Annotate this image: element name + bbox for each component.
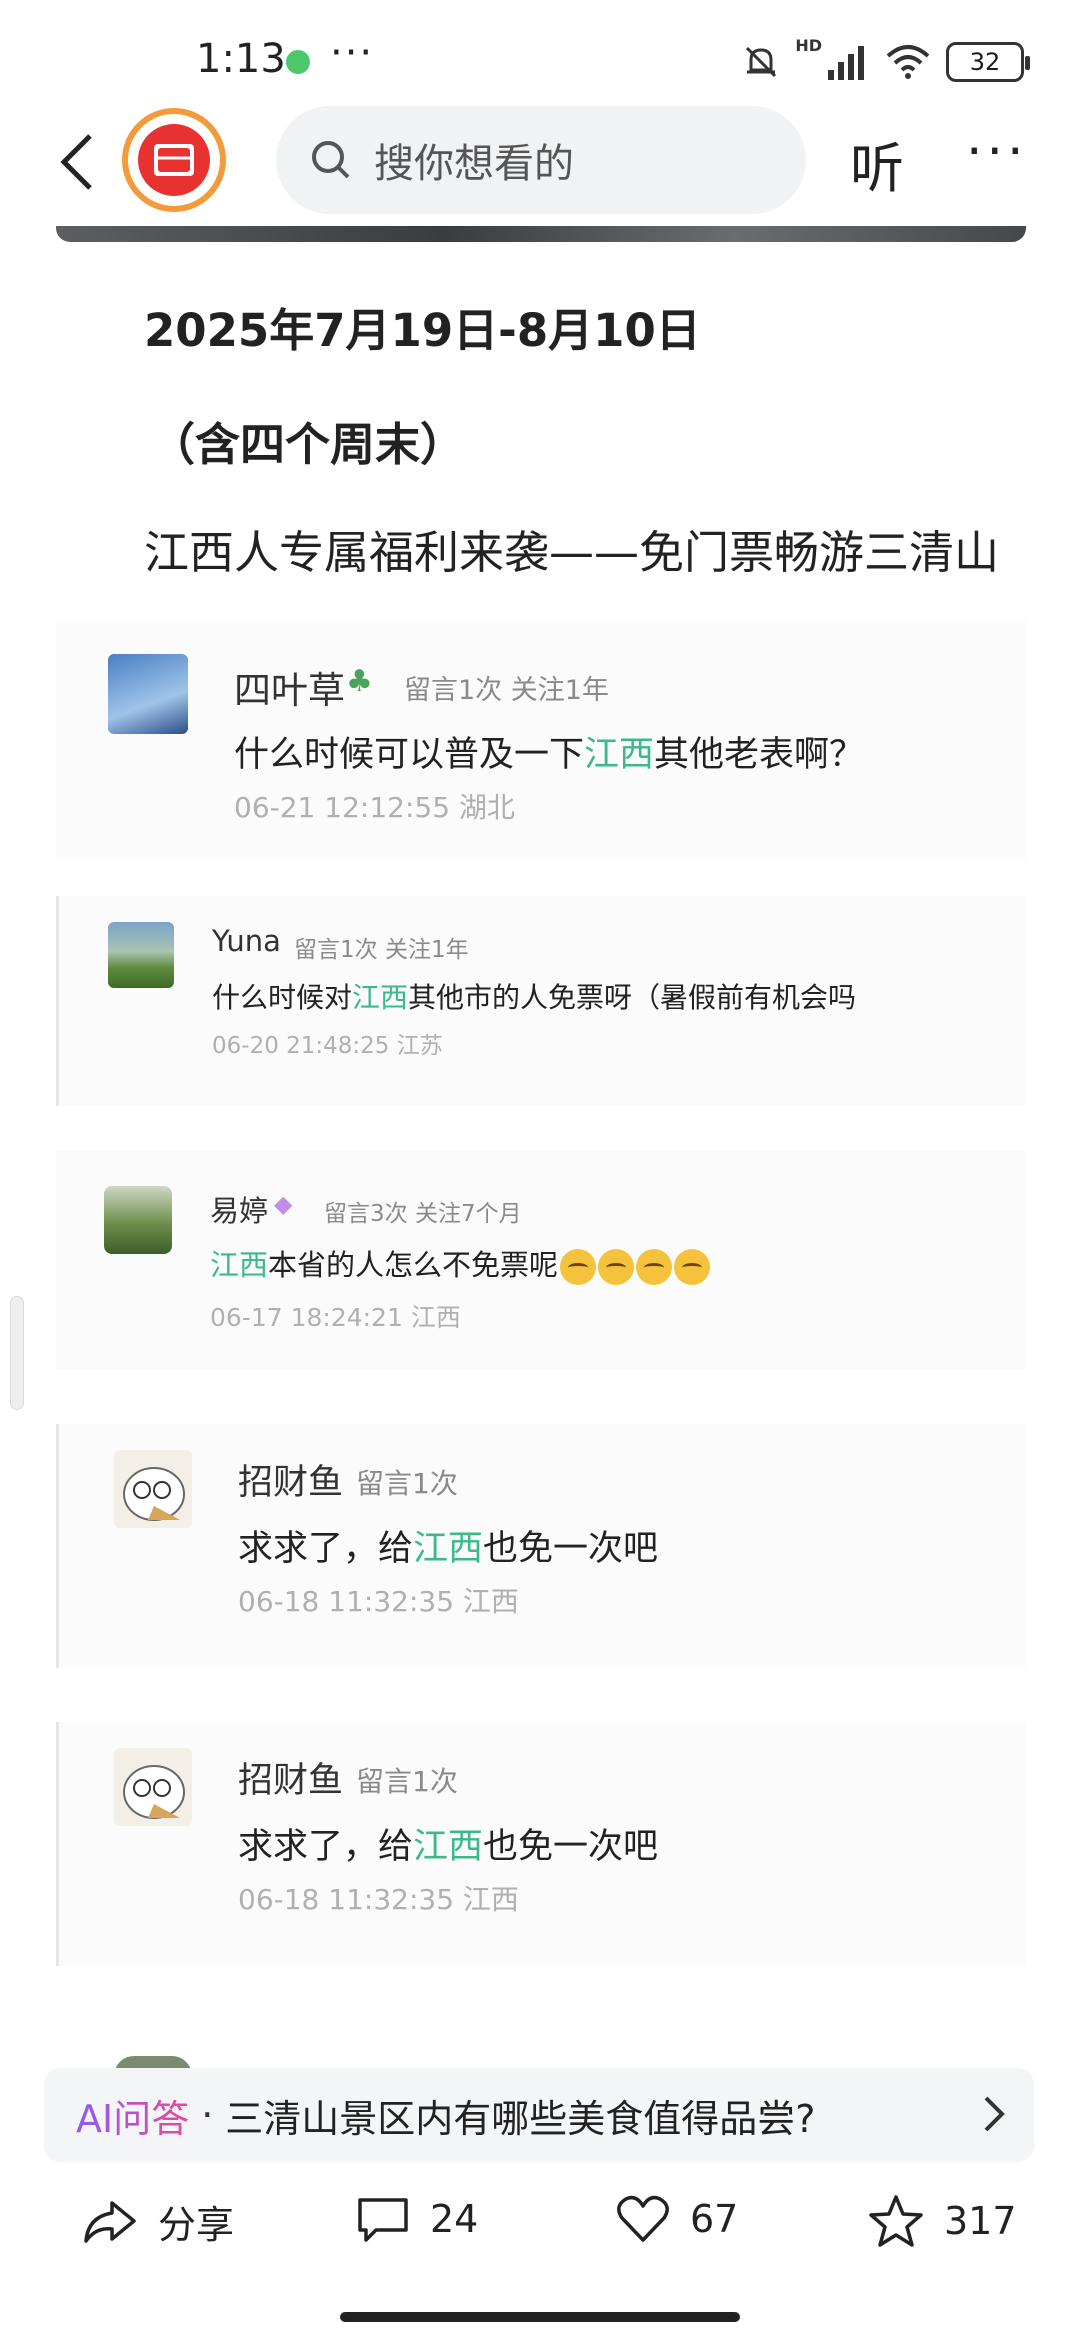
search-placeholder: 搜你想看的 [374,141,574,187]
comment-text: 什么时候对江西其他市的人免票呀（暑假前有机会吗 [212,981,857,1014]
commenter-avatar [104,1186,172,1254]
commenter-meta: 留言3次 关注7个月 [324,1201,522,1227]
app-notification-icon [286,50,310,74]
commenter-name: Yuna [212,924,281,958]
more-options-button[interactable]: ··· [966,122,1028,182]
search-input[interactable]: 搜你想看的 [276,106,806,214]
hd-label: HD [795,36,822,55]
commenter-meta: 留言1次 [356,1765,458,1798]
back-button[interactable] [36,122,116,202]
commenter-avatar [114,1748,192,1826]
star-icon [869,2195,923,2247]
comment-card: 易婷 ◆ 留言3次 关注7个月 江西本省的人怎么不免票呢 06-17 18:24… [56,1150,1026,1370]
commenter-meta: 留言1次 关注1年 [404,675,609,706]
favorite-button[interactable]: 317 [868,2194,1017,2248]
comment-count: 24 [430,2197,479,2241]
diamond-icon: ◆ [274,1190,293,1218]
comment-text: 江西本省的人怎么不免票呢 [210,1242,711,1285]
home-indicator[interactable] [340,2312,740,2322]
article-image [56,226,1026,242]
heart-icon [617,2195,669,2242]
crying-emoji-icon [598,1249,635,1285]
comment-button[interactable]: 24 [356,2194,478,2244]
mute-bell-icon [746,46,777,78]
commenter-avatar [108,654,188,734]
comment-time: 06-20 21:48:25 江苏 [212,1033,443,1059]
like-button[interactable]: 67 [616,2194,738,2244]
comment-card: Yuna 留言1次 关注1年 什么时候对江西其他市的人免票呀（暑假前有机会吗 0… [56,896,1026,1106]
commenter-meta: 留言1次 关注1年 [294,937,469,963]
comment-time: 06-18 11:32:35 江西 [238,1883,519,1916]
comment-time: 06-17 18:24:21 江西 [210,1303,461,1332]
listen-button[interactable]: 听 [850,124,904,203]
wifi-icon [886,45,930,79]
article-date-range: 2025年7月19日-8月10日 [144,304,701,357]
share-label: 分享 [158,2203,235,2247]
share-button[interactable]: 分享 [82,2194,234,2249]
share-icon [84,2200,136,2243]
scroll-indicator[interactable] [10,1296,24,1410]
cell-signal-icon [828,46,864,80]
red-envelope-icon [138,124,210,196]
battery-icon: 32 [946,42,1030,82]
commenter-meta: 留言1次 [356,1467,458,1500]
account-avatar[interactable] [122,108,226,212]
chevron-right-icon [984,2096,1005,2132]
status-more-icon: ··· [330,30,375,76]
comment-card: 招财鱼 留言1次 求求了，给江西也免一次吧 06-18 11:32:35 江西 [56,1722,1026,1966]
like-count: 67 [690,2197,739,2241]
status-icons: HD 32 [741,36,1030,88]
ai-separator: · [201,2093,214,2137]
commenter-name: 四叶草 [234,669,345,712]
chevron-left-icon [60,134,92,190]
comment-card: 四叶草 ♣ 留言1次 关注1年 什么时候可以普及一下江西其他老表啊？ 06-21… [56,620,1026,860]
ai-question-text: 三清山景区内有哪些美食值得品尝? [225,2096,816,2141]
crying-emoji-icon [560,1249,597,1285]
crying-emoji-icon [636,1249,673,1285]
comment-time: 06-18 11:32:35 江西 [238,1585,519,1618]
favorite-count: 317 [944,2199,1017,2243]
commenter-name: 招财鱼 [238,1463,344,1503]
comment-time: 06-21 12:12:55 湖北 [234,791,515,824]
bottom-action-bar: 分享 24 67 317 [0,2184,1080,2284]
crying-emoji-icon [674,1249,711,1285]
battery-level: 32 [969,48,1001,76]
ai-qa-label: AI问答 [76,2088,189,2143]
commenter-avatar [108,922,174,988]
status-time: 1:13 [196,36,286,82]
search-icon [312,141,350,179]
commenter-name: 易婷 [210,1194,269,1228]
comment-text: 求求了，给江西也免一次吧 [238,1827,659,1867]
comment-text: 求求了，给江西也免一次吧 [238,1529,659,1569]
ai-question-bar[interactable]: AI问答 · 三清山景区内有哪些美食值得品尝? [44,2068,1034,2162]
clover-icon: ♣ [346,664,373,699]
comment-text: 什么时候可以普及一下江西其他老表啊？ [234,735,865,775]
commenter-name: 招财鱼 [238,1761,344,1801]
top-nav: 搜你想看的 听 ··· [0,100,1080,230]
comment-icon [358,2198,408,2242]
comment-card: 招财鱼 留言1次 求求了，给江西也免一次吧 06-18 11:32:35 江西 [56,1424,1026,1668]
article-weekend-note: （含四个周末） [150,418,466,471]
commenter-avatar [114,1450,192,1528]
article-benefit-headline: 江西人专属福利来袭——免门票畅游三清山 [144,526,1000,579]
